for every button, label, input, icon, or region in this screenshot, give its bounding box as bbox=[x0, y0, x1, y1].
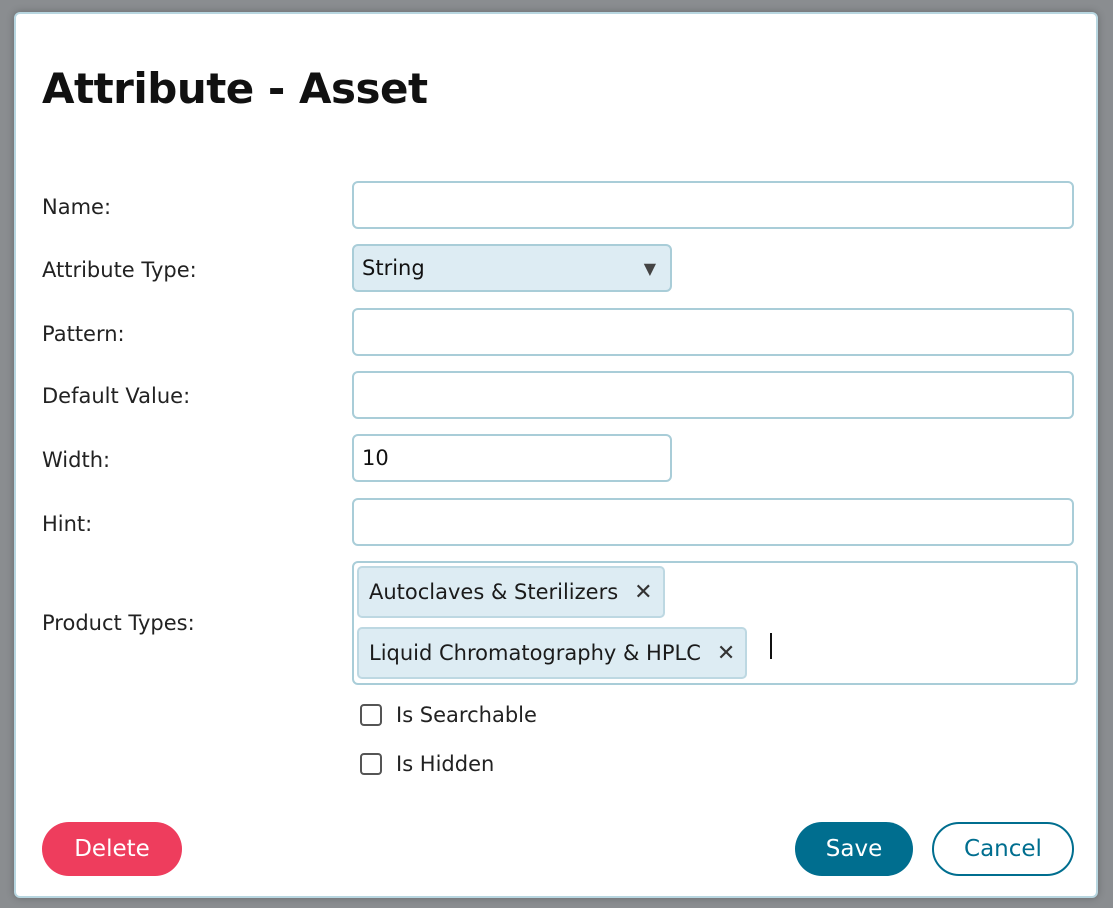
product-type-chip: Liquid Chromatography & HPLC ✕ bbox=[357, 627, 748, 679]
width-input[interactable]: 10 bbox=[352, 434, 672, 482]
is-hidden-label: Is Hidden bbox=[396, 752, 495, 776]
delete-button[interactable]: Delete bbox=[42, 822, 182, 876]
attribute-type-label: Attribute Type: bbox=[42, 258, 197, 282]
is-searchable-label: Is Searchable bbox=[396, 703, 537, 727]
attribute-type-select[interactable]: String ▼ bbox=[352, 244, 672, 292]
attribute-dialog: Attribute - Asset Name: Attribute Type: … bbox=[14, 12, 1098, 898]
width-label: Width: bbox=[42, 448, 111, 472]
name-label: Name: bbox=[42, 195, 112, 219]
is-hidden-row[interactable]: Is Hidden bbox=[360, 752, 494, 776]
save-button[interactable]: Save bbox=[795, 822, 913, 876]
name-input[interactable] bbox=[352, 181, 1074, 229]
hint-input[interactable] bbox=[352, 498, 1074, 546]
is-hidden-checkbox[interactable] bbox=[360, 753, 382, 775]
text-cursor bbox=[770, 633, 772, 659]
pattern-input[interactable] bbox=[352, 308, 1074, 356]
default-value-input[interactable] bbox=[352, 371, 1074, 419]
dialog-title: Attribute - Asset bbox=[42, 64, 428, 113]
chip-label: Liquid Chromatography & HPLC bbox=[369, 641, 701, 665]
cancel-button[interactable]: Cancel bbox=[932, 822, 1074, 876]
remove-chip-icon[interactable]: ✕ bbox=[634, 580, 652, 605]
hint-label: Hint: bbox=[42, 512, 93, 536]
product-types-label: Product Types: bbox=[42, 611, 195, 635]
pattern-label: Pattern: bbox=[42, 322, 125, 346]
product-type-chip: Autoclaves & Sterilizers ✕ bbox=[357, 566, 665, 618]
is-searchable-checkbox[interactable] bbox=[360, 704, 382, 726]
chip-label: Autoclaves & Sterilizers bbox=[369, 580, 619, 604]
chevron-down-icon: ▼ bbox=[643, 258, 656, 278]
product-types-multiselect[interactable]: Autoclaves & Sterilizers ✕ Liquid Chroma… bbox=[352, 561, 1078, 685]
default-value-label: Default Value: bbox=[42, 384, 191, 408]
remove-chip-icon[interactable]: ✕ bbox=[717, 641, 735, 666]
attribute-type-value: String bbox=[362, 256, 425, 280]
is-searchable-row[interactable]: Is Searchable bbox=[360, 703, 537, 727]
